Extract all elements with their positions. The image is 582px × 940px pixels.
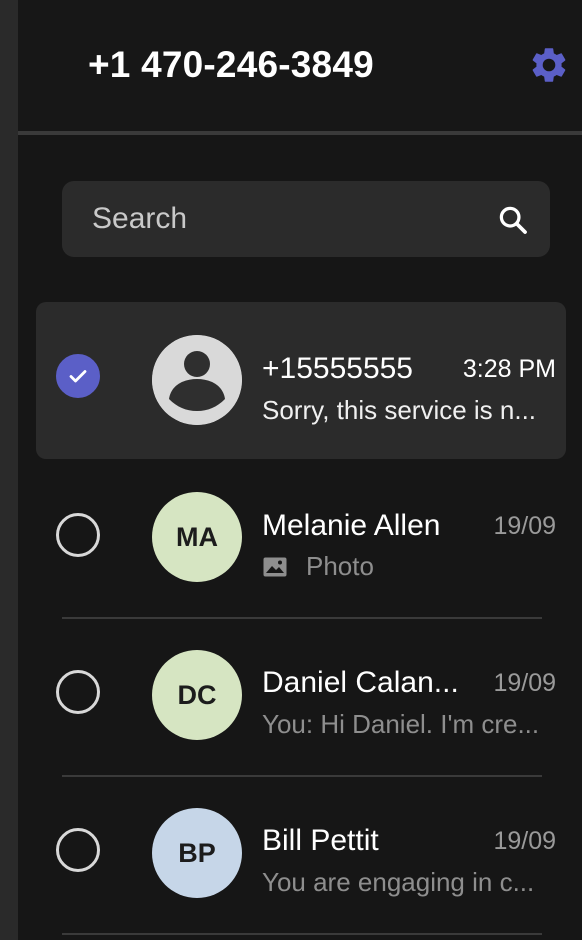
message-time: 19/09: [493, 827, 556, 855]
search-input[interactable]: [92, 181, 472, 257]
avatar-initials: DC: [177, 679, 217, 710]
avatar: BP: [152, 808, 242, 898]
phone-number-title: +1 470-246-3849: [88, 44, 374, 85]
avatar-initials: MA: [176, 521, 218, 552]
message-preview: Sorry, this service is n...: [262, 395, 537, 425]
message-preview: You: Hi Daniel. I'm cre...: [262, 709, 540, 739]
message-preview: You are engaging in c...: [262, 867, 535, 897]
avatar: [152, 335, 242, 425]
conversation-item[interactable]: BP Bill Pettit 19/09 You are engaging in…: [36, 776, 566, 933]
search-bar[interactable]: [62, 181, 550, 257]
contact-name: Melanie Allen: [262, 509, 441, 542]
avatar-initials: BP: [178, 837, 216, 868]
conversation-item[interactable]: MA Melanie Allen 19/09 Photo: [36, 460, 566, 617]
app-root: +1 470-246-3849 Search +15555555 3:28 PM…: [0, 0, 582, 940]
contact-name: Daniel Calan...: [262, 666, 459, 699]
checkmark-icon: [69, 370, 87, 383]
select-checkbox[interactable]: [56, 828, 100, 872]
photo-icon: [263, 557, 287, 577]
message-preview-container: Photo: [262, 551, 374, 582]
search-icon[interactable]: [496, 203, 530, 237]
conversation-panel: +1 470-246-3849 Search +15555555 3:28 PM…: [18, 0, 582, 940]
settings-button[interactable]: [526, 42, 572, 88]
conversation-item[interactable]: +15555555 3:28 PM Sorry, this service is…: [36, 302, 566, 459]
header: +1 470-246-3849: [18, 0, 582, 132]
message-time: 19/09: [493, 512, 556, 540]
message-time: 3:28 PM: [462, 355, 556, 383]
message-time: 19/09: [493, 669, 556, 697]
avatar: DC: [152, 650, 242, 740]
select-checkbox[interactable]: [56, 670, 100, 714]
left-edge-border: [0, 0, 18, 940]
avatar: MA: [152, 492, 242, 582]
gear-icon: [532, 48, 566, 82]
message-preview: Photo: [306, 551, 374, 581]
contact-name: +15555555: [262, 352, 413, 385]
select-checkbox[interactable]: [56, 513, 100, 557]
header-divider: [18, 131, 582, 135]
select-checkbox[interactable]: [56, 354, 100, 398]
contact-name: Bill Pettit: [262, 824, 379, 857]
person-placeholder-icon: [152, 335, 242, 425]
list-divider: [62, 933, 542, 935]
conversation-item[interactable]: DC Daniel Calan... 19/09 You: Hi Daniel.…: [36, 618, 566, 775]
